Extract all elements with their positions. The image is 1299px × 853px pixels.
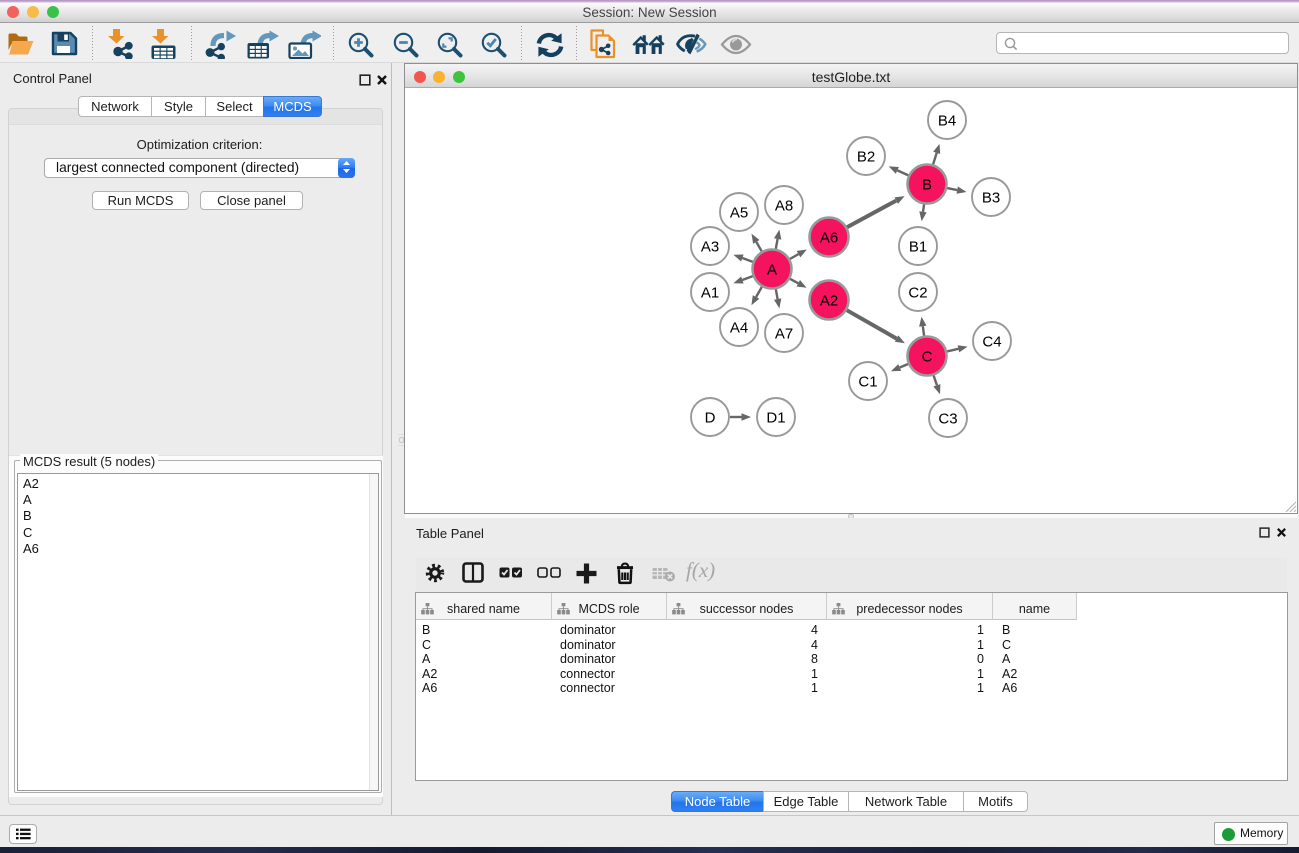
svg-text:B1: B1 [909,239,927,256]
svg-text:C2: C2 [908,285,927,302]
svg-text:A7: A7 [775,326,793,343]
svg-text:A3: A3 [701,239,719,256]
svg-text:A1: A1 [701,285,719,302]
svg-text:D: D [705,410,716,427]
svg-text:A8: A8 [775,198,793,215]
svg-text:B4: B4 [938,113,956,130]
svg-text:C: C [922,349,933,366]
svg-text:C4: C4 [982,334,1001,351]
svg-text:A6: A6 [820,230,838,247]
svg-text:A4: A4 [730,320,748,337]
svg-text:A: A [767,262,777,279]
svg-text:A2: A2 [820,293,838,310]
svg-text:D1: D1 [766,410,785,427]
svg-text:B2: B2 [857,149,875,166]
svg-text:B3: B3 [982,190,1000,207]
svg-text:B: B [922,177,932,194]
svg-text:A5: A5 [730,205,748,222]
svg-text:C1: C1 [858,374,877,391]
svg-text:C3: C3 [938,411,957,428]
